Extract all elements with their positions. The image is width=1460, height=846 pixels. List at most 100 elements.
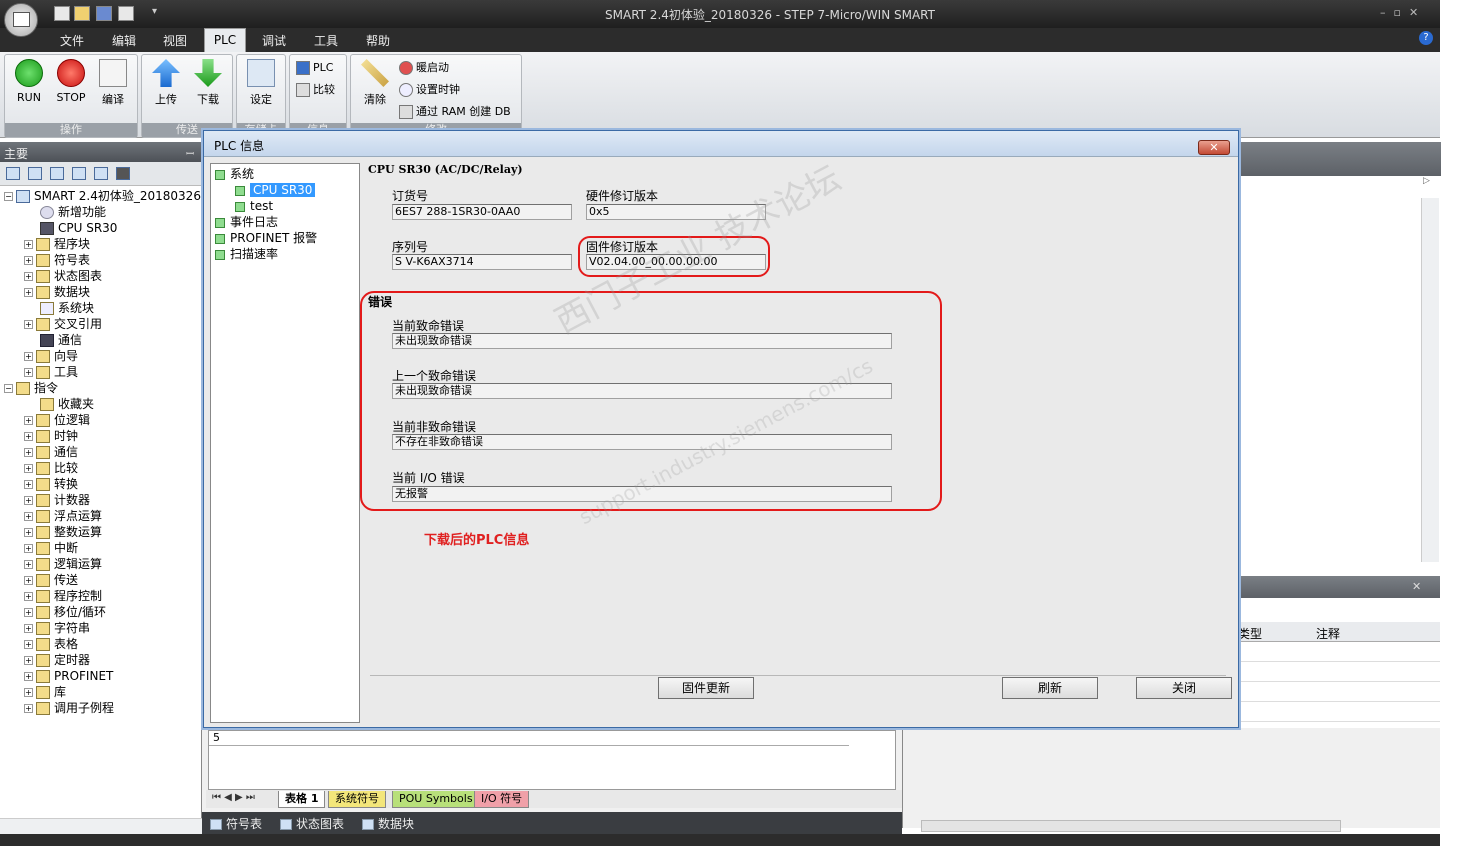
tree-item-string[interactable]: + 字符串 bbox=[24, 620, 90, 636]
memory-card-icon bbox=[247, 59, 275, 87]
settings-button[interactable]: 设定 bbox=[241, 59, 281, 107]
tab-status-chart[interactable]: 状态图表 bbox=[280, 815, 344, 832]
tree-item-call-subroutine[interactable]: + 调用子例程 bbox=[24, 700, 114, 716]
horizontal-scrollbar[interactable] bbox=[0, 818, 202, 834]
tree-item-table[interactable]: + 表格 bbox=[24, 636, 78, 652]
menu-tools[interactable]: 工具 bbox=[314, 32, 338, 49]
set-clock-button[interactable]: 设置时钟 bbox=[399, 81, 460, 99]
nav-event-log[interactable]: 事件日志 bbox=[215, 214, 278, 230]
tree-item-logic-ops[interactable]: + 逻辑运算 bbox=[24, 556, 102, 572]
menu-file[interactable]: 文件 bbox=[60, 32, 84, 49]
tree-item-cpu[interactable]: CPU SR30 bbox=[40, 220, 117, 236]
run-button[interactable]: RUN bbox=[9, 59, 49, 104]
toolbar-icon[interactable] bbox=[28, 167, 42, 180]
dialog-close-button[interactable]: ✕ bbox=[1198, 140, 1230, 155]
tree-item-program-block[interactable]: + 程序块 bbox=[24, 236, 90, 252]
refresh-button[interactable]: 刷新 bbox=[1002, 677, 1098, 699]
close-button[interactable]: 关闭 bbox=[1136, 677, 1232, 699]
compile-button[interactable]: 编译 bbox=[93, 59, 133, 107]
tab-symbol-table[interactable]: 符号表 bbox=[210, 815, 262, 832]
table-row[interactable] bbox=[1238, 702, 1440, 722]
column-header-type[interactable]: 类型 bbox=[1238, 625, 1262, 642]
tab-system-symbols[interactable]: 系统符号 bbox=[328, 791, 386, 808]
tree-item-library[interactable]: + 库 bbox=[24, 684, 66, 700]
app-menu-button[interactable] bbox=[4, 3, 38, 37]
tab-table-1[interactable]: 表格 1 bbox=[278, 791, 326, 808]
column-header-comment[interactable]: 注释 bbox=[1316, 625, 1340, 642]
tab-nav-arrows-icon[interactable]: ⏮ ◀ ▶ ⏭ bbox=[212, 792, 255, 803]
firmware-update-button[interactable]: 固件更新 bbox=[658, 677, 754, 699]
tree-item-cross-ref[interactable]: + 交叉引用 bbox=[24, 316, 102, 332]
stop-button[interactable]: STOP bbox=[51, 59, 91, 104]
tree-project-root[interactable]: − SMART 2.4初体验_20180326 (E bbox=[4, 188, 217, 204]
help-icon[interactable]: ? bbox=[1419, 31, 1433, 45]
tree-item-interrupt[interactable]: + 中断 bbox=[24, 540, 78, 556]
tab-pou-symbols[interactable]: POU Symbols bbox=[392, 791, 480, 808]
nav-cpu[interactable]: CPU SR30 bbox=[235, 182, 316, 198]
group-transfer: 上传 下载 传送 bbox=[141, 54, 233, 138]
toolbar-icon[interactable] bbox=[6, 167, 20, 180]
plc-info-button[interactable]: PLC bbox=[296, 59, 333, 77]
menu-plc[interactable]: PLC bbox=[204, 28, 246, 52]
tree-item-move[interactable]: + 传送 bbox=[24, 572, 78, 588]
tree-item-wizard[interactable]: + 向导 bbox=[24, 348, 78, 364]
menu-debug[interactable]: 调试 bbox=[262, 32, 286, 49]
upload-button[interactable]: 上传 bbox=[146, 59, 186, 107]
tab-data-block[interactable]: 数据块 bbox=[362, 815, 414, 832]
toolbar-icon[interactable] bbox=[72, 167, 86, 180]
tree-item-instructions[interactable]: − 指令 bbox=[4, 380, 58, 396]
tree-item-float-math[interactable]: + 浮点运算 bbox=[24, 508, 102, 524]
qat-dropdown-icon[interactable]: ▾ bbox=[152, 6, 157, 17]
warm-start-button[interactable]: 暖启动 bbox=[399, 59, 449, 77]
tree-item-data-block[interactable]: + 数据块 bbox=[24, 284, 90, 300]
tree-item-comm-instr[interactable]: + 通信 bbox=[24, 444, 78, 460]
tree-item-counter[interactable]: + 计数器 bbox=[24, 492, 90, 508]
nav-scan-rate[interactable]: 扫描速率 bbox=[215, 246, 278, 262]
compare-button[interactable]: 比较 bbox=[296, 81, 335, 99]
tree-item-clock[interactable]: + 时钟 bbox=[24, 428, 78, 444]
menu-help[interactable]: 帮助 bbox=[366, 32, 390, 49]
symbol-table-grid: 5 bbox=[208, 730, 896, 790]
tree-item-convert[interactable]: + 转换 bbox=[24, 476, 78, 492]
chevron-right-icon[interactable]: ▷ bbox=[1423, 176, 1430, 186]
nav-profinet-alarm[interactable]: PROFINET 报警 bbox=[215, 230, 317, 246]
tree-item-bit-logic[interactable]: + 位逻辑 bbox=[24, 412, 90, 428]
new-file-icon[interactable] bbox=[54, 6, 70, 21]
window-controls[interactable]: –▫✕ bbox=[1380, 6, 1426, 19]
tree-item-int-math[interactable]: + 整数运算 bbox=[24, 524, 102, 540]
toolbar-icon[interactable] bbox=[50, 167, 64, 180]
menu-edit[interactable]: 编辑 bbox=[112, 32, 136, 49]
vertical-scrollbar[interactable] bbox=[1421, 198, 1439, 562]
open-folder-icon[interactable] bbox=[74, 6, 90, 21]
download-button[interactable]: 下载 bbox=[188, 59, 228, 107]
save-icon[interactable] bbox=[96, 6, 112, 21]
tree-item-favorites[interactable]: 收藏夹 bbox=[40, 396, 94, 412]
print-icon[interactable] bbox=[118, 6, 134, 21]
toolbar-icon[interactable] bbox=[94, 167, 108, 180]
nav-system[interactable]: 系统 bbox=[215, 166, 254, 182]
clear-button[interactable]: 清除 bbox=[355, 59, 395, 107]
horizontal-scrollbar[interactable] bbox=[921, 820, 1341, 832]
table-row[interactable] bbox=[1238, 642, 1440, 662]
tree-item-communication[interactable]: 通信 bbox=[40, 332, 82, 348]
tree-item-profinet[interactable]: + PROFINET bbox=[24, 668, 113, 684]
create-db-button[interactable]: 通过 RAM 创建 DB bbox=[399, 103, 511, 121]
table-row[interactable] bbox=[1238, 682, 1440, 702]
monitor-icon[interactable] bbox=[116, 167, 130, 180]
tab-io-symbols[interactable]: I/O 符号 bbox=[474, 791, 530, 808]
tree-item-timer[interactable]: + 定时器 bbox=[24, 652, 90, 668]
tree-item-status-chart[interactable]: + 状态图表 bbox=[24, 268, 102, 284]
close-icon[interactable]: ✕ bbox=[1412, 580, 1421, 593]
pin-icon[interactable]: ꟷ bbox=[186, 146, 194, 160]
menu-view[interactable]: 视图 bbox=[163, 32, 187, 49]
app-logo-icon bbox=[13, 12, 30, 27]
tree-item-shift-rotate[interactable]: + 移位/循环 bbox=[24, 604, 106, 620]
tree-item-program-control[interactable]: + 程序控制 bbox=[24, 588, 102, 604]
tree-item-new-features[interactable]: 新增功能 bbox=[40, 204, 106, 220]
tree-item-tools[interactable]: + 工具 bbox=[24, 364, 78, 380]
tree-item-system-block[interactable]: 系统块 bbox=[40, 300, 94, 316]
nav-test[interactable]: test bbox=[235, 198, 273, 214]
tree-item-compare[interactable]: + 比较 bbox=[24, 460, 78, 476]
table-row[interactable] bbox=[1238, 662, 1440, 682]
tree-item-symbol-table[interactable]: + 符号表 bbox=[24, 252, 90, 268]
